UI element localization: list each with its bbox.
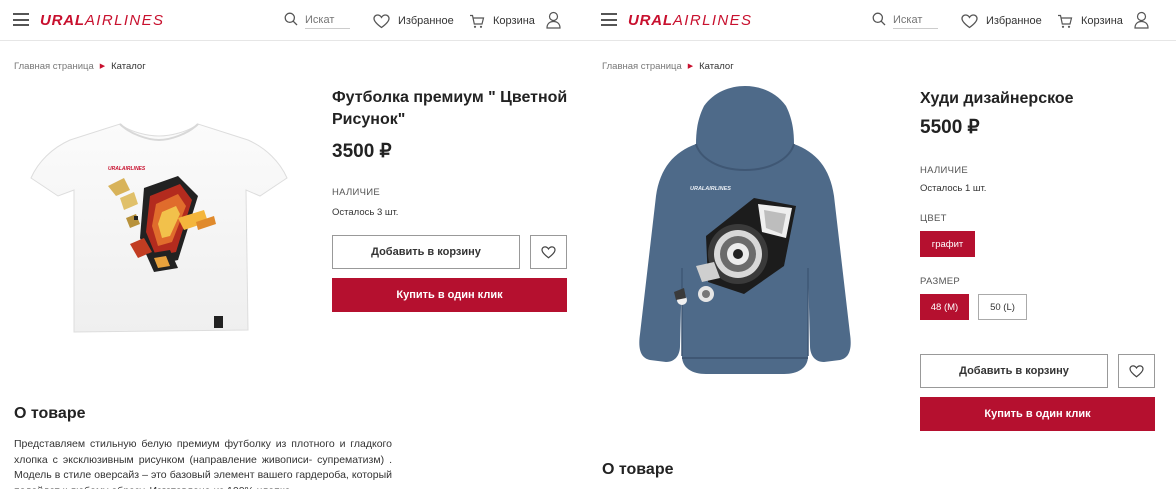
product-price: 5500 ₽	[920, 117, 980, 138]
favorites-label: Избранное	[398, 15, 454, 27]
user-icon[interactable]	[1134, 11, 1149, 29]
search-icon	[284, 12, 298, 26]
breadcrumb: Главная страница ▶ Каталог	[14, 61, 146, 72]
add-to-favorites-button[interactable]	[1118, 354, 1155, 388]
right-product-page: URALAIRLINES Избранное Корзина Главная с…	[588, 0, 1176, 489]
breadcrumb-home[interactable]: Главная страница	[602, 61, 682, 72]
about-title: О товаре	[602, 461, 674, 478]
cart-link[interactable]: Корзина	[469, 11, 535, 31]
availability-value: Осталось 1 шт.	[920, 183, 987, 194]
heart-icon	[1129, 364, 1144, 377]
availability-label: НАЛИЧИЕ	[332, 187, 381, 198]
search-input[interactable]	[305, 12, 350, 29]
menu-icon[interactable]	[13, 13, 29, 26]
availability-label: НАЛИЧИЕ	[920, 165, 969, 176]
about-title: О товаре	[14, 405, 86, 422]
breadcrumb-arrow-icon: ▶	[99, 63, 106, 70]
cart-label: Корзина	[1081, 15, 1123, 27]
buy-one-click-button[interactable]: Купить в один клик	[332, 278, 567, 312]
heart-icon	[961, 13, 978, 28]
size-option-50[interactable]: 50 (L)	[978, 294, 1027, 320]
favorites-label: Избранное	[986, 15, 1042, 27]
left-product-page: URALAIRLINES Избранное Корзина Главная с…	[0, 0, 588, 489]
search-icon	[872, 12, 886, 26]
cart-icon	[1058, 14, 1073, 28]
color-option-graphite[interactable]: графит	[920, 231, 975, 257]
heart-icon	[541, 245, 556, 258]
brand-logo[interactable]: URALAIRLINES	[40, 12, 164, 29]
size-label: РАЗМЕР	[920, 276, 961, 287]
product-image: URALAIRLINES	[639, 86, 851, 374]
breadcrumb-current[interactable]: Каталог	[111, 61, 146, 72]
favorites-link[interactable]: Избранное	[373, 11, 454, 31]
brand-logo[interactable]: URALAIRLINES	[628, 12, 752, 29]
product-price: 3500 ₽	[332, 141, 392, 162]
buy-one-click-button[interactable]: Купить в один клик	[920, 397, 1155, 431]
product-image: URALAIRLINES	[30, 123, 288, 333]
menu-icon[interactable]	[601, 13, 617, 26]
favorites-link[interactable]: Избранное	[961, 11, 1042, 31]
search-box[interactable]	[872, 11, 940, 31]
add-to-favorites-button[interactable]	[530, 235, 567, 269]
heart-icon	[373, 13, 390, 28]
cart-icon	[470, 14, 485, 28]
image-logo-text: URALAIRLINES	[108, 166, 146, 172]
site-header: URALAIRLINES Избранное Корзина	[588, 0, 1176, 41]
search-input[interactable]	[893, 12, 938, 29]
breadcrumb-home[interactable]: Главная страница	[14, 61, 94, 72]
user-icon[interactable]	[546, 11, 561, 29]
add-to-cart-button[interactable]: Добавить в корзину	[920, 354, 1108, 388]
cart-label: Корзина	[493, 15, 535, 27]
site-header: URALAIRLINES Избранное Корзина	[0, 0, 588, 41]
product-description: Представляем стильную белую премиум футб…	[14, 438, 392, 489]
breadcrumb: Главная страница ▶ Каталог	[602, 61, 734, 72]
image-logo-text: URALAIRLINES	[690, 186, 731, 192]
breadcrumb-arrow-icon: ▶	[687, 63, 694, 70]
search-box[interactable]	[284, 11, 352, 31]
product-title: Футболка премиум " Цветной Рисунок"	[332, 89, 568, 128]
breadcrumb-current[interactable]: Каталог	[699, 61, 734, 72]
add-to-cart-button[interactable]: Добавить в корзину	[332, 235, 520, 269]
color-label: ЦВЕТ	[920, 213, 947, 224]
size-option-48[interactable]: 48 (M)	[920, 294, 969, 320]
product-title: Худи дизайнерское	[920, 90, 1074, 107]
cart-link[interactable]: Корзина	[1057, 11, 1123, 31]
availability-value: Осталось 3 шт.	[332, 207, 399, 218]
